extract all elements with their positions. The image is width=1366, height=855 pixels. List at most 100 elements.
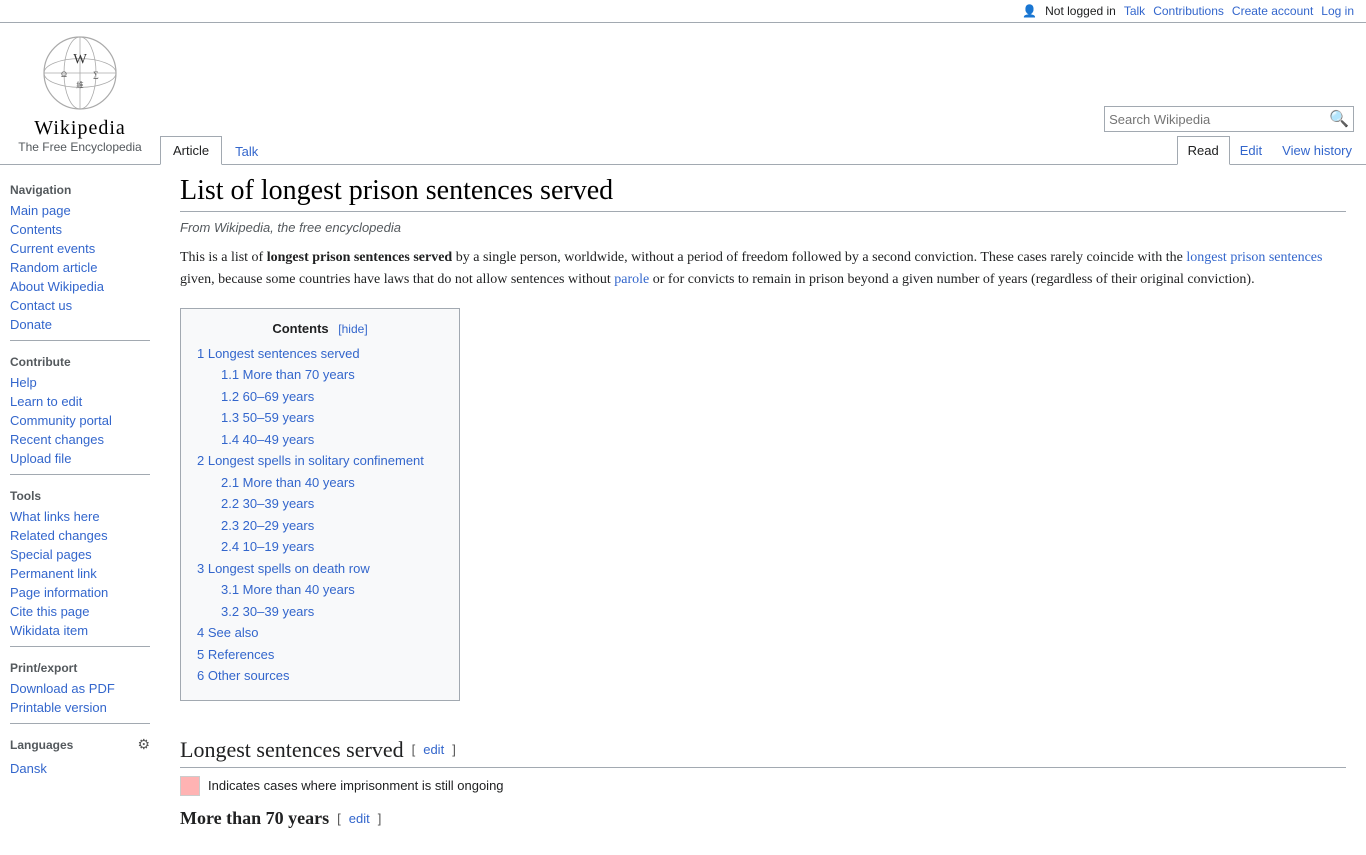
toc-link[interactable]: 2.3 20–29 years (221, 518, 314, 533)
toc-item: 2.3 20–29 years (221, 516, 443, 536)
content: List of longest prison sentences served … (160, 165, 1366, 855)
not-logged-in-text: Not logged in (1045, 4, 1116, 18)
toc-item: 2.2 30–39 years (221, 494, 443, 514)
toc-item: 6 Other sources (197, 666, 443, 686)
toc-link[interactable]: 2.2 30–39 years (221, 496, 314, 511)
print-title: Print/export (0, 653, 160, 679)
logo-title[interactable]: Wikipedia (34, 117, 126, 140)
toc-link[interactable]: 1.2 60–69 years (221, 389, 314, 404)
toc-link[interactable]: 5 References (197, 647, 274, 662)
logo-area: W Ω ∑ 維 Wikipedia The Free Encyclopedia (0, 23, 160, 164)
search-and-actions: 🔍 (160, 100, 1366, 136)
contributions-link[interactable]: Contributions (1153, 4, 1224, 18)
toc-link[interactable]: 1.4 40–49 years (221, 432, 314, 447)
intro-bold: longest prison sentences served (267, 250, 453, 265)
sidebar-item-community-portal[interactable]: Community portal (0, 411, 160, 430)
create-account-link[interactable]: Create account (1232, 4, 1313, 18)
toc-item: 2 Longest spells in solitary confinement (197, 451, 443, 471)
search-button[interactable]: 🔍 (1329, 109, 1349, 129)
toc-item: 1.4 40–49 years (221, 430, 443, 450)
top-bar: 👤 Not logged in Talk Contributions Creat… (0, 0, 1366, 23)
sidebar-item-help[interactable]: Help (0, 373, 160, 392)
toc-link[interactable]: 2 Longest spells in solitary confinement (197, 453, 424, 468)
search-input[interactable] (1109, 112, 1329, 127)
sidebar-item-upload-file[interactable]: Upload file (0, 449, 160, 468)
toc-link[interactable]: 4 See also (197, 625, 258, 640)
sidebar-item-special-pages[interactable]: Special pages (0, 545, 160, 564)
toc-link[interactable]: 1 Longest sentences served (197, 346, 360, 361)
sidebar-item-download-pdf[interactable]: Download as PDF (0, 679, 160, 698)
toc-item: 4 See also (197, 623, 443, 643)
toc-item: 1.2 60–69 years (221, 387, 443, 407)
intro-text2: by a single person, worldwide, without a… (452, 250, 1186, 265)
sidebar-divider-3 (10, 646, 150, 647)
sidebar-item-cite-this-page[interactable]: Cite this page (0, 602, 160, 621)
contribute-title: Contribute (0, 347, 160, 373)
sidebar-item-main-page[interactable]: Main page (0, 201, 160, 220)
tab-talk[interactable]: Talk (222, 137, 271, 165)
sidebar-item-page-information[interactable]: Page information (0, 583, 160, 602)
toc-link[interactable]: 3 Longest spells on death row (197, 561, 370, 576)
search-box[interactable]: 🔍 (1104, 106, 1354, 132)
toc-item: 2.1 More than 40 years (221, 473, 443, 493)
tab-view-history[interactable]: View history (1272, 137, 1362, 164)
svg-text:維: 維 (76, 80, 83, 89)
sidebar-item-recent-changes[interactable]: Recent changes (0, 430, 160, 449)
tabs-and-search: 🔍 Article Talk Read Edit View history (160, 23, 1366, 164)
tabs-row: Article Talk Read Edit View history (160, 136, 1366, 164)
talk-link[interactable]: Talk (1124, 4, 1145, 18)
intro-link-parole[interactable]: parole (614, 272, 649, 287)
toc-item: 1.3 50–59 years (221, 408, 443, 428)
section-edit-link[interactable]: edit (423, 742, 444, 757)
intro-link-longest-sentences[interactable]: longest prison sentences (1186, 250, 1322, 265)
tab-read[interactable]: Read (1177, 136, 1230, 165)
toc-link[interactable]: 1.1 More than 70 years (221, 367, 355, 382)
toc-link[interactable]: 2.1 More than 40 years (221, 475, 355, 490)
sidebar-item-learn-to-edit[interactable]: Learn to edit (0, 392, 160, 411)
tab-article[interactable]: Article (160, 136, 222, 165)
sidebar-item-contact-us[interactable]: Contact us (0, 296, 160, 315)
toc-hide-link[interactable]: [hide] (338, 322, 367, 336)
toc-link[interactable]: 1.3 50–59 years (221, 410, 314, 425)
subsection-edit-link-70[interactable]: edit (349, 811, 370, 826)
sidebar-item-what-links-here[interactable]: What links here (0, 507, 160, 526)
toc-item: 3.2 30–39 years (221, 602, 443, 622)
section-longest-sentences: Longest sentences served [edit] (180, 737, 1346, 768)
sidebar-item-permanent-link[interactable]: Permanent link (0, 564, 160, 583)
sidebar-item-donate[interactable]: Donate (0, 315, 160, 334)
svg-text:Ω: Ω (61, 70, 67, 79)
user-icon: 👤 (1022, 4, 1037, 18)
toc-link[interactable]: 3.1 More than 40 years (221, 582, 355, 597)
sidebar-item-wikidata-item[interactable]: Wikidata item (0, 621, 160, 640)
section-longest-sentences-title: Longest sentences served (180, 737, 404, 763)
main-layout: Navigation Main page Contents Current ev… (0, 165, 1366, 855)
sidebar-item-related-changes[interactable]: Related changes (0, 526, 160, 545)
toc-item: 5 References (197, 645, 443, 665)
page-intro: This is a list of longest prison sentenc… (180, 247, 1346, 292)
sidebar-divider-4 (10, 723, 150, 724)
gear-icon[interactable]: ⚙ (137, 736, 150, 753)
sidebar-item-dansk[interactable]: Dansk (0, 759, 160, 778)
toc-items: 1 Longest sentences served 1.1 More than … (197, 344, 443, 686)
sidebar-item-random-article[interactable]: Random article (0, 258, 160, 277)
navigation-title: Navigation (0, 175, 160, 201)
tools-title: Tools (0, 481, 160, 507)
subsection-70-years: More than 70 years [edit] (180, 808, 1346, 829)
wikipedia-logo[interactable]: W Ω ∑ 維 (40, 33, 120, 113)
read-edit-tabs: Read Edit View history (1177, 136, 1362, 164)
sidebar-item-printable-version[interactable]: Printable version (0, 698, 160, 717)
toc-item: 1.1 More than 70 years (221, 365, 443, 385)
sidebar-item-about-wikipedia[interactable]: About Wikipedia (0, 277, 160, 296)
toc-link[interactable]: 2.4 10–19 years (221, 539, 314, 554)
toc-title-text: Contents (272, 321, 328, 336)
svg-text:∑: ∑ (93, 70, 99, 79)
toc-item: 3.1 More than 40 years (221, 580, 443, 600)
sidebar-item-contents[interactable]: Contents (0, 220, 160, 239)
log-in-link[interactable]: Log in (1321, 4, 1354, 18)
toc-link[interactable]: 6 Other sources (197, 668, 290, 683)
toc-link[interactable]: 3.2 30–39 years (221, 604, 314, 619)
tab-edit[interactable]: Edit (1230, 137, 1272, 164)
svg-text:W: W (73, 51, 87, 67)
sidebar-item-current-events[interactable]: Current events (0, 239, 160, 258)
languages-header: Languages ⚙ (0, 730, 160, 759)
